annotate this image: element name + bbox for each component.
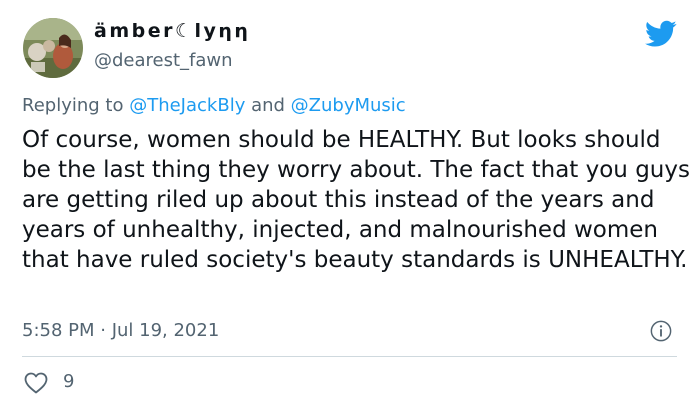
heart-icon[interactable] [24,372,48,394]
avatar-image [23,18,83,78]
tweet-text: Of course, women should be HEALTHY. But … [22,127,690,273]
reply-and: and [245,95,291,116]
avatar[interactable] [23,18,83,78]
info-icon[interactable] [650,320,672,342]
twitter-bird-icon[interactable] [645,20,677,48]
tweet-timestamp[interactable]: 5:58 PM · Jul 19, 2021 [22,320,219,341]
display-name[interactable]: ämber☾lyηη [94,20,250,42]
divider [22,356,677,357]
reply-context: Replying to @TheJackBly and @ZubyMusic [22,95,406,116]
user-handle[interactable]: @dearest_fawn [94,50,233,71]
mention-link-thejackbly[interactable]: @TheJackBly [129,95,245,116]
reply-prefix: Replying to [22,95,130,116]
mention-link-zubymusic[interactable]: @ZubyMusic [291,95,406,116]
like-count: 9 [63,371,75,392]
tweet-card: ämber☾lyηη @dearest_fawn Replying to @Th… [0,0,700,411]
